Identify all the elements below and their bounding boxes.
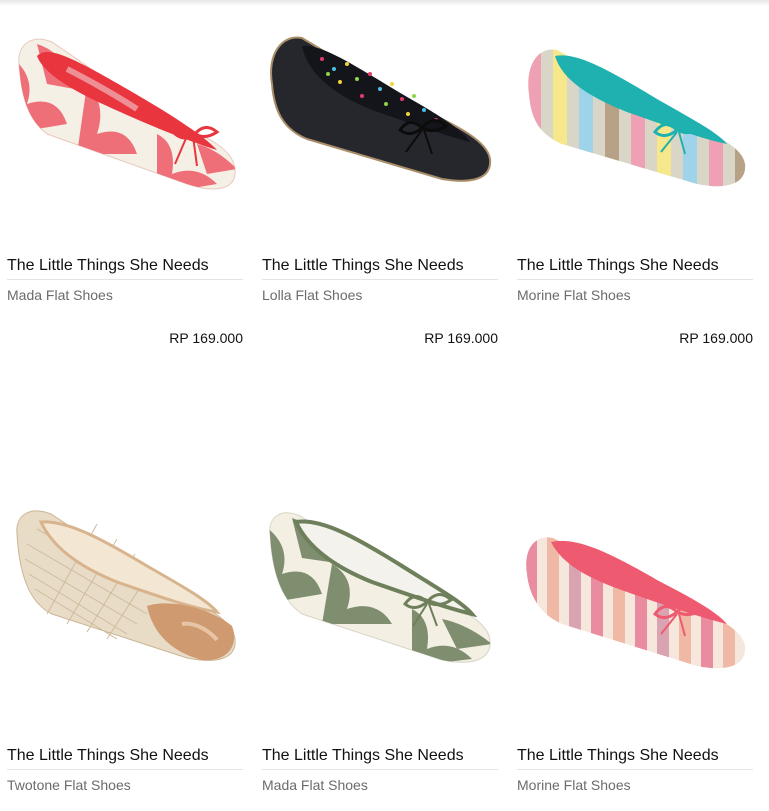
product-card[interactable]: The Little Things She Needs Morine Flat … [517, 24, 753, 354]
product-name[interactable]: Mada Flat Shoes [7, 286, 113, 304]
product-image[interactable] [262, 24, 498, 234]
product-image[interactable] [262, 494, 498, 704]
product-card[interactable]: The Little Things She Needs Morine Flat … [517, 494, 753, 794]
product-name[interactable]: Lolla Flat Shoes [262, 286, 362, 304]
product-brand[interactable]: The Little Things She Needs [517, 746, 719, 766]
product-divider [517, 769, 753, 770]
product-divider [517, 279, 753, 280]
product-name[interactable]: Morine Flat Shoes [517, 776, 631, 794]
product-card[interactable]: The Little Things She Needs Lolla Flat S… [262, 24, 498, 354]
product-brand[interactable]: The Little Things She Needs [262, 746, 464, 766]
product-price: RP 169.000 [679, 330, 753, 346]
product-card[interactable]: The Little Things She Needs Mada Flat Sh… [7, 24, 243, 354]
black-polka-dot-flat-icon [270, 36, 492, 182]
product-divider [7, 279, 243, 280]
product-card[interactable]: The Little Things She Needs Twotone Flat… [7, 494, 243, 794]
product-divider [262, 279, 498, 280]
product-price: RP 169.000 [169, 330, 243, 346]
product-name[interactable]: Mada Flat Shoes [262, 776, 368, 794]
product-name[interactable]: Morine Flat Shoes [517, 286, 631, 304]
product-card[interactable]: The Little Things She Needs Mada Flat Sh… [262, 494, 498, 794]
product-image[interactable] [517, 494, 753, 704]
product-brand[interactable]: The Little Things She Needs [262, 256, 464, 276]
beige-twotone-flat-icon [16, 510, 236, 661]
green-ikat-flat-icon [269, 512, 491, 663]
product-divider [7, 769, 243, 770]
product-image[interactable] [7, 24, 243, 234]
coral-ikat-flat-icon [18, 38, 236, 190]
product-brand[interactable]: The Little Things She Needs [7, 746, 209, 766]
product-image[interactable] [517, 24, 753, 234]
top-shadow-bar [0, 0, 769, 6]
product-brand[interactable]: The Little Things She Needs [517, 256, 719, 276]
product-name[interactable]: Twotone Flat Shoes [7, 776, 131, 794]
pink-striped-flat-icon [526, 537, 746, 669]
product-brand[interactable]: The Little Things She Needs [7, 256, 209, 276]
product-divider [262, 769, 498, 770]
teal-striped-flat-icon [528, 49, 746, 187]
product-price: RP 169.000 [424, 330, 498, 346]
product-image[interactable] [7, 494, 243, 704]
